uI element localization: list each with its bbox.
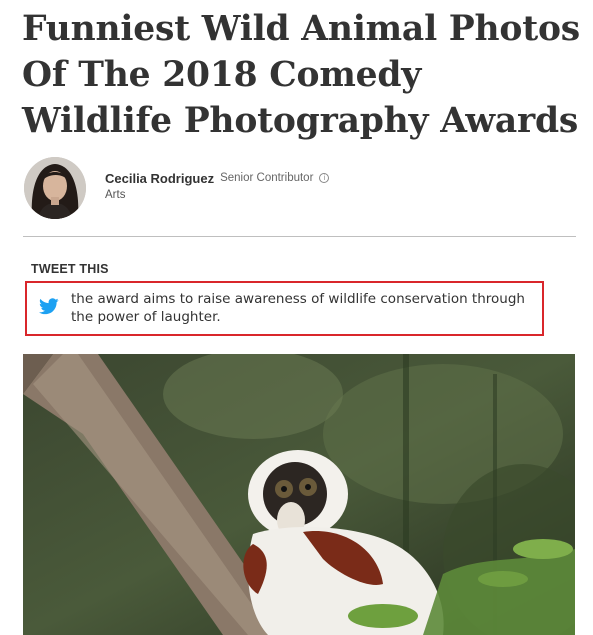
divider — [23, 236, 576, 237]
info-icon[interactable]: i — [319, 173, 330, 183]
tweet-this-box[interactable]: the award aims to raise awareness of wil… — [25, 281, 544, 336]
tweet-this-label: TWEET THIS — [31, 262, 109, 276]
author-section-link[interactable]: Arts — [105, 189, 329, 201]
twitter-icon[interactable] — [39, 298, 59, 315]
article-headline: Funniest Wild Animal Photos Of The 2018 … — [22, 9, 580, 141]
tweet-text: the award aims to raise awareness of wil… — [71, 291, 525, 325]
author-meta: Cecilia Rodriguez Senior Contributor i A… — [105, 170, 330, 201]
author-avatar[interactable] — [24, 157, 86, 219]
author-block: Cecilia Rodriguez Senior Contributor i A… — [24, 157, 564, 221]
author-name[interactable]: Cecilia Rodriguez — [105, 171, 214, 186]
article-photo — [23, 354, 575, 635]
author-title: Senior Contributor — [220, 172, 314, 184]
author-line: Cecilia Rodriguez Senior Contributor i — [105, 170, 330, 186]
